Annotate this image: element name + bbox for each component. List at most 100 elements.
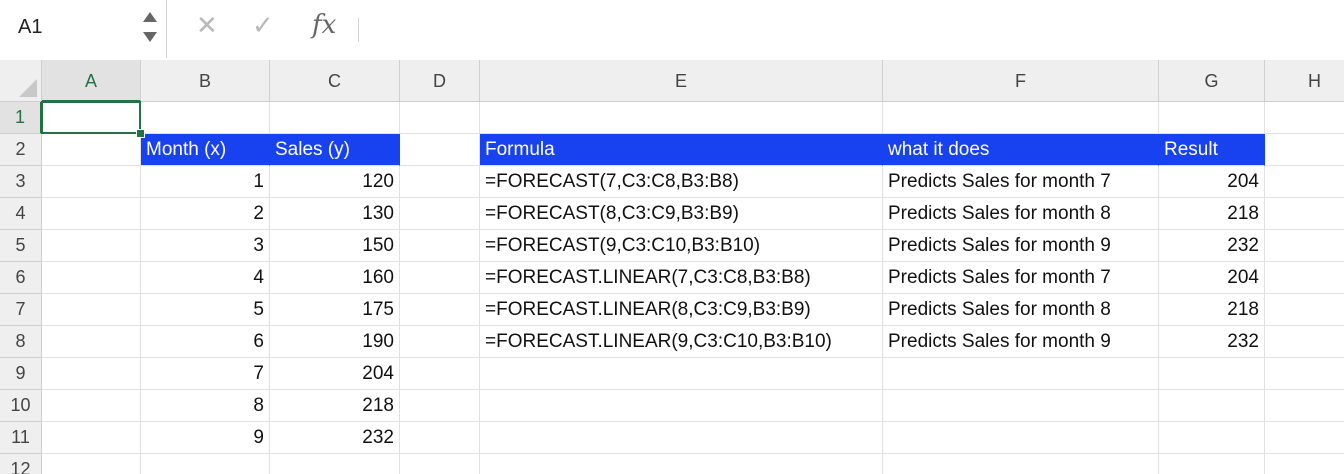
cancel-icon[interactable]: ✕ <box>196 10 218 41</box>
column-header-g[interactable]: G <box>1159 60 1265 102</box>
cell-d5[interactable] <box>400 230 480 262</box>
cell-d9[interactable] <box>400 358 480 390</box>
cell-c5[interactable]: 150 <box>270 230 400 262</box>
cell-h5[interactable] <box>1265 230 1344 262</box>
cell-g3[interactable]: 204 <box>1159 166 1265 198</box>
cell-a12[interactable] <box>42 454 141 474</box>
cell-b2[interactable]: Month (x) <box>141 134 270 166</box>
cell-b7[interactable]: 5 <box>141 294 270 326</box>
cell-c1[interactable] <box>270 102 400 134</box>
cell-h4[interactable] <box>1265 198 1344 230</box>
name-box[interactable]: A1 <box>0 0 167 58</box>
cell-h11[interactable] <box>1265 422 1344 454</box>
row-header-10[interactable]: 10 <box>0 390 42 422</box>
cell-d2[interactable] <box>400 134 480 166</box>
cell-g5[interactable]: 232 <box>1159 230 1265 262</box>
select-all-corner[interactable] <box>0 60 42 102</box>
cell-a10[interactable] <box>42 390 141 422</box>
cell-a9[interactable] <box>42 358 141 390</box>
cell-h7[interactable] <box>1265 294 1344 326</box>
cell-e10[interactable] <box>480 390 883 422</box>
cell-h2[interactable] <box>1265 134 1344 166</box>
cell-h9[interactable] <box>1265 358 1344 390</box>
cell-c10[interactable]: 218 <box>270 390 400 422</box>
cell-f12[interactable] <box>883 454 1159 474</box>
cell-h6[interactable] <box>1265 262 1344 294</box>
cell-b6[interactable]: 4 <box>141 262 270 294</box>
cell-h8[interactable] <box>1265 326 1344 358</box>
cell-a11[interactable] <box>42 422 141 454</box>
cell-d10[interactable] <box>400 390 480 422</box>
cell-c12[interactable] <box>270 454 400 474</box>
row-header-8[interactable]: 8 <box>0 326 42 358</box>
cell-h12[interactable] <box>1265 454 1344 474</box>
cell-g1[interactable] <box>1159 102 1265 134</box>
formula-input[interactable] <box>366 0 1340 60</box>
cell-e4[interactable]: =FORECAST(8,C3:C9,B3:B9) <box>480 198 883 230</box>
cell-h1[interactable] <box>1265 102 1344 134</box>
cell-b11[interactable]: 9 <box>141 422 270 454</box>
row-header-5[interactable]: 5 <box>0 230 42 262</box>
cell-c4[interactable]: 130 <box>270 198 400 230</box>
cell-f2[interactable]: what it does <box>883 134 1159 166</box>
cell-e12[interactable] <box>480 454 883 474</box>
cell-d3[interactable] <box>400 166 480 198</box>
cell-a7[interactable] <box>42 294 141 326</box>
cell-g4[interactable]: 218 <box>1159 198 1265 230</box>
cell-g11[interactable] <box>1159 422 1265 454</box>
cell-c8[interactable]: 190 <box>270 326 400 358</box>
cell-g12[interactable] <box>1159 454 1265 474</box>
cell-a3[interactable] <box>42 166 141 198</box>
column-header-d[interactable]: D <box>400 60 480 102</box>
column-header-e[interactable]: E <box>480 60 883 102</box>
cell-d6[interactable] <box>400 262 480 294</box>
row-header-3[interactable]: 3 <box>0 166 42 198</box>
cell-b10[interactable]: 8 <box>141 390 270 422</box>
column-header-f[interactable]: F <box>883 60 1159 102</box>
cell-e6[interactable]: =FORECAST.LINEAR(7,C3:C8,B3:B8) <box>480 262 883 294</box>
row-header-1[interactable]: 1 <box>0 102 42 134</box>
cell-g9[interactable] <box>1159 358 1265 390</box>
cell-f8[interactable]: Predicts Sales for month 9 <box>883 326 1159 358</box>
row-header-7[interactable]: 7 <box>0 294 42 326</box>
row-header-11[interactable]: 11 <box>0 422 42 454</box>
cell-d12[interactable] <box>400 454 480 474</box>
cell-d8[interactable] <box>400 326 480 358</box>
cell-g10[interactable] <box>1159 390 1265 422</box>
cell-e5[interactable]: =FORECAST(9,C3:C10,B3:B10) <box>480 230 883 262</box>
cell-e3[interactable]: =FORECAST(7,C3:C8,B3:B8) <box>480 166 883 198</box>
cell-d1[interactable] <box>400 102 480 134</box>
arrow-up-icon[interactable] <box>143 12 157 22</box>
cell-c11[interactable]: 232 <box>270 422 400 454</box>
cell-b1[interactable] <box>141 102 270 134</box>
cell-e7[interactable]: =FORECAST.LINEAR(8,C3:C9,B3:B9) <box>480 294 883 326</box>
column-header-a[interactable]: A <box>42 60 141 102</box>
cell-f4[interactable]: Predicts Sales for month 8 <box>883 198 1159 230</box>
cell-a2[interactable] <box>42 134 141 166</box>
arrow-down-icon[interactable] <box>143 32 157 42</box>
cell-c9[interactable]: 204 <box>270 358 400 390</box>
column-header-h[interactable]: H <box>1265 60 1344 102</box>
cell-f5[interactable]: Predicts Sales for month 9 <box>883 230 1159 262</box>
cell-d11[interactable] <box>400 422 480 454</box>
cell-c6[interactable]: 160 <box>270 262 400 294</box>
row-header-2[interactable]: 2 <box>0 134 42 166</box>
cell-e11[interactable] <box>480 422 883 454</box>
cell-f11[interactable] <box>883 422 1159 454</box>
cell-c7[interactable]: 175 <box>270 294 400 326</box>
row-header-12[interactable]: 12 <box>0 454 42 474</box>
cell-b5[interactable]: 3 <box>141 230 270 262</box>
cell-e8[interactable]: =FORECAST.LINEAR(9,C3:C10,B3:B10) <box>480 326 883 358</box>
fill-handle[interactable] <box>136 129 145 138</box>
cell-b12[interactable] <box>141 454 270 474</box>
column-header-b[interactable]: B <box>141 60 270 102</box>
cell-f7[interactable]: Predicts Sales for month 8 <box>883 294 1159 326</box>
cell-f6[interactable]: Predicts Sales for month 7 <box>883 262 1159 294</box>
cell-b8[interactable]: 6 <box>141 326 270 358</box>
cell-b3[interactable]: 1 <box>141 166 270 198</box>
cell-d7[interactable] <box>400 294 480 326</box>
cell-a8[interactable] <box>42 326 141 358</box>
cell-b4[interactable]: 2 <box>141 198 270 230</box>
cell-a5[interactable] <box>42 230 141 262</box>
cell-f9[interactable] <box>883 358 1159 390</box>
